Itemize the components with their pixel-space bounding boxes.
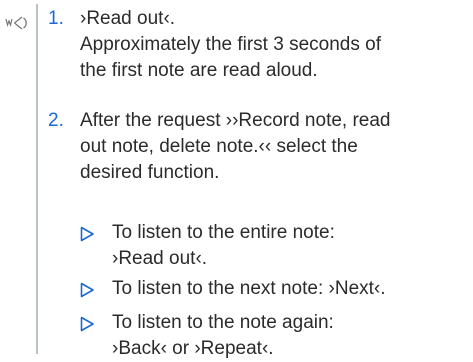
step-line: the first note are read aloud. <box>80 60 318 81</box>
option-line: To listen to the entire note: <box>112 222 335 243</box>
option-text: To listen to the entire note: ›Read out‹… <box>112 220 468 272</box>
step-text: After the request ››Record note, read ou… <box>80 108 468 186</box>
step-number: 1. <box>48 8 64 29</box>
option-line: To listen to the next note: ›Next‹. <box>112 278 386 299</box>
triangle-right-icon <box>80 226 94 242</box>
step-line: After the request ››Record note, read <box>80 110 391 131</box>
option-text: To listen to the note again: ›Back‹ or ›… <box>112 310 468 362</box>
option-line: To listen to the note again: <box>112 312 334 333</box>
triangle-right-icon <box>80 316 94 332</box>
step-text: ›Read out‹. Approximately the first 3 se… <box>80 6 468 84</box>
step-line: desired function. <box>80 162 220 183</box>
triangle-right-icon <box>80 282 94 298</box>
option-line: ›Read out‹. <box>112 248 208 269</box>
voice-command-icon <box>5 16 27 30</box>
step-line: ›Read out‹. <box>80 8 176 29</box>
option-line: ›Back‹ or ›Repeat‹. <box>112 338 274 359</box>
sidebar-rule <box>36 4 38 354</box>
step-number: 2. <box>48 110 64 131</box>
option-text: To listen to the next note: ›Next‹. <box>112 276 468 302</box>
step-line: Approximately the first 3 seconds of <box>80 34 381 55</box>
step-line: out note, delete note.‹‹ select the <box>80 136 358 157</box>
